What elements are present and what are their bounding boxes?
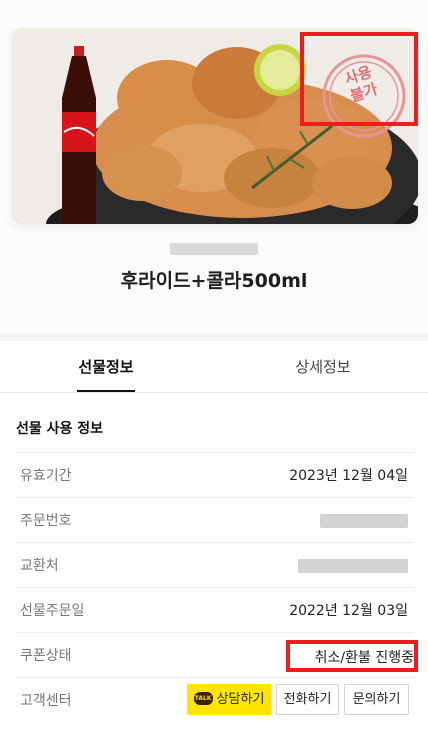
info-row-order-date: 선물주문일 2022년 12월 03일 xyxy=(16,587,414,632)
inquiry-button[interactable]: 문의하기 xyxy=(344,684,409,715)
tab-detail-info[interactable]: 상세정보 xyxy=(292,341,354,393)
section-divider xyxy=(0,333,428,341)
info-row-order-number: 주문번호 xyxy=(16,497,414,542)
coupon-status-value: 취소/환불 진행중 xyxy=(314,650,414,666)
brand-name-blurred xyxy=(170,243,258,255)
product-name: 후라이드+콜라500ml xyxy=(120,270,308,292)
customer-center-label: 고객센터 xyxy=(20,693,72,709)
validity-value: 2023년 12월 04일 xyxy=(289,468,408,484)
coupon-status-label: 쿠폰상태 xyxy=(20,648,72,664)
validity-label: 유효기간 xyxy=(20,468,72,484)
order-date-value: 2022년 12월 03일 xyxy=(289,603,408,619)
info-row-exchange-place: 교환처 xyxy=(16,542,414,587)
tab-bar: 선물정보 상세정보 xyxy=(0,341,428,393)
order-number-blurred xyxy=(320,514,408,528)
kakao-consult-label: 상담하기 xyxy=(216,692,265,707)
info-row-validity: 유효기간 2023년 12월 04일 xyxy=(16,452,414,497)
section-title: 선물 사용 정보 xyxy=(16,421,104,437)
tabs-bottom-line xyxy=(0,392,428,393)
tab-gift-info[interactable]: 선물정보 xyxy=(75,341,137,393)
exchange-place-label: 교환처 xyxy=(20,558,59,574)
order-number-label: 주문번호 xyxy=(20,513,72,529)
order-date-label: 선물주문일 xyxy=(20,603,85,619)
exchange-place-blurred xyxy=(298,559,408,573)
call-button[interactable]: 전화하기 xyxy=(276,684,339,715)
kakao-consult-button[interactable]: TALK 상담하기 xyxy=(187,684,271,715)
kakao-talk-icon: TALK xyxy=(193,692,213,705)
